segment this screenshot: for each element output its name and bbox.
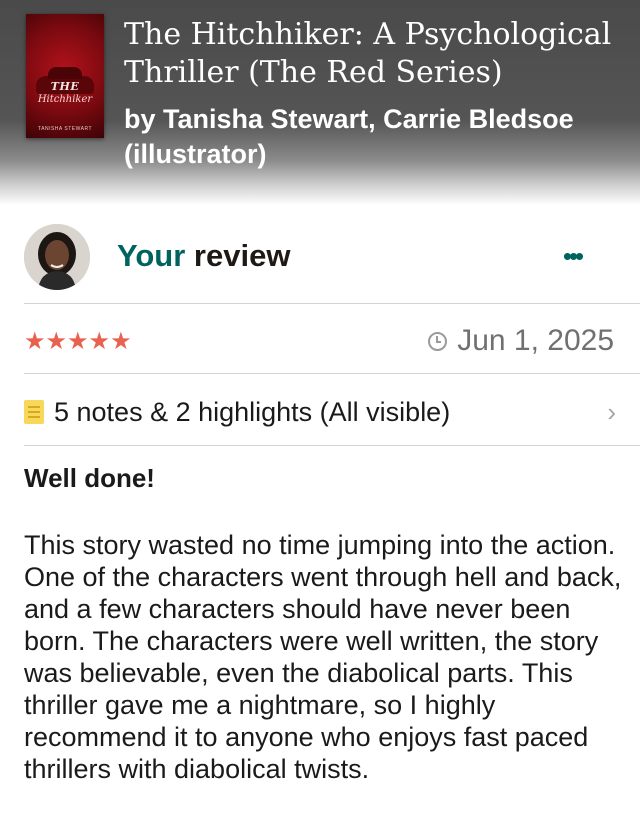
divider [24,303,640,304]
notes-highlights-row[interactable]: 5 notes & 2 highlights (All visible) › [24,390,616,434]
divider [24,373,640,374]
book-header: THE Hitchhiker TANISHA STEWART The Hitch… [0,0,640,205]
your-review-heading-rest: review [185,238,291,273]
cover-author: TANISHA STEWART [37,126,93,132]
notes-icon [24,400,44,424]
cover-title-the: THE [50,80,80,93]
book-title[interactable]: The Hitchhiker: A Psychological Thriller… [124,16,624,92]
clock-icon [428,331,448,351]
your-review-heading-highlight: Your [117,238,186,273]
book-author[interactable]: by Tanisha Stewart, Carrie Bledsoe (illu… [124,102,624,172]
review-title: Well done! [24,463,155,493]
chevron-right-icon: › [607,396,616,427]
more-options-icon[interactable]: ••• [556,243,588,269]
your-review-heading: Your review [117,238,290,274]
cover-title-main: Hitchhiker [37,94,93,105]
avatar[interactable] [24,224,90,290]
review-date-text: Jun 1, 2025 [457,324,614,357]
review-body: This story wasted no time jumping into t… [24,530,622,784]
notes-highlights-label: 5 notes & 2 highlights (All visible) [54,396,451,427]
divider [24,445,640,446]
review-date: Jun 1, 2025 [428,324,614,358]
book-cover[interactable]: THE Hitchhiker TANISHA STEWART [26,14,104,138]
star-rating[interactable]: ★★★★★ [24,328,132,356]
